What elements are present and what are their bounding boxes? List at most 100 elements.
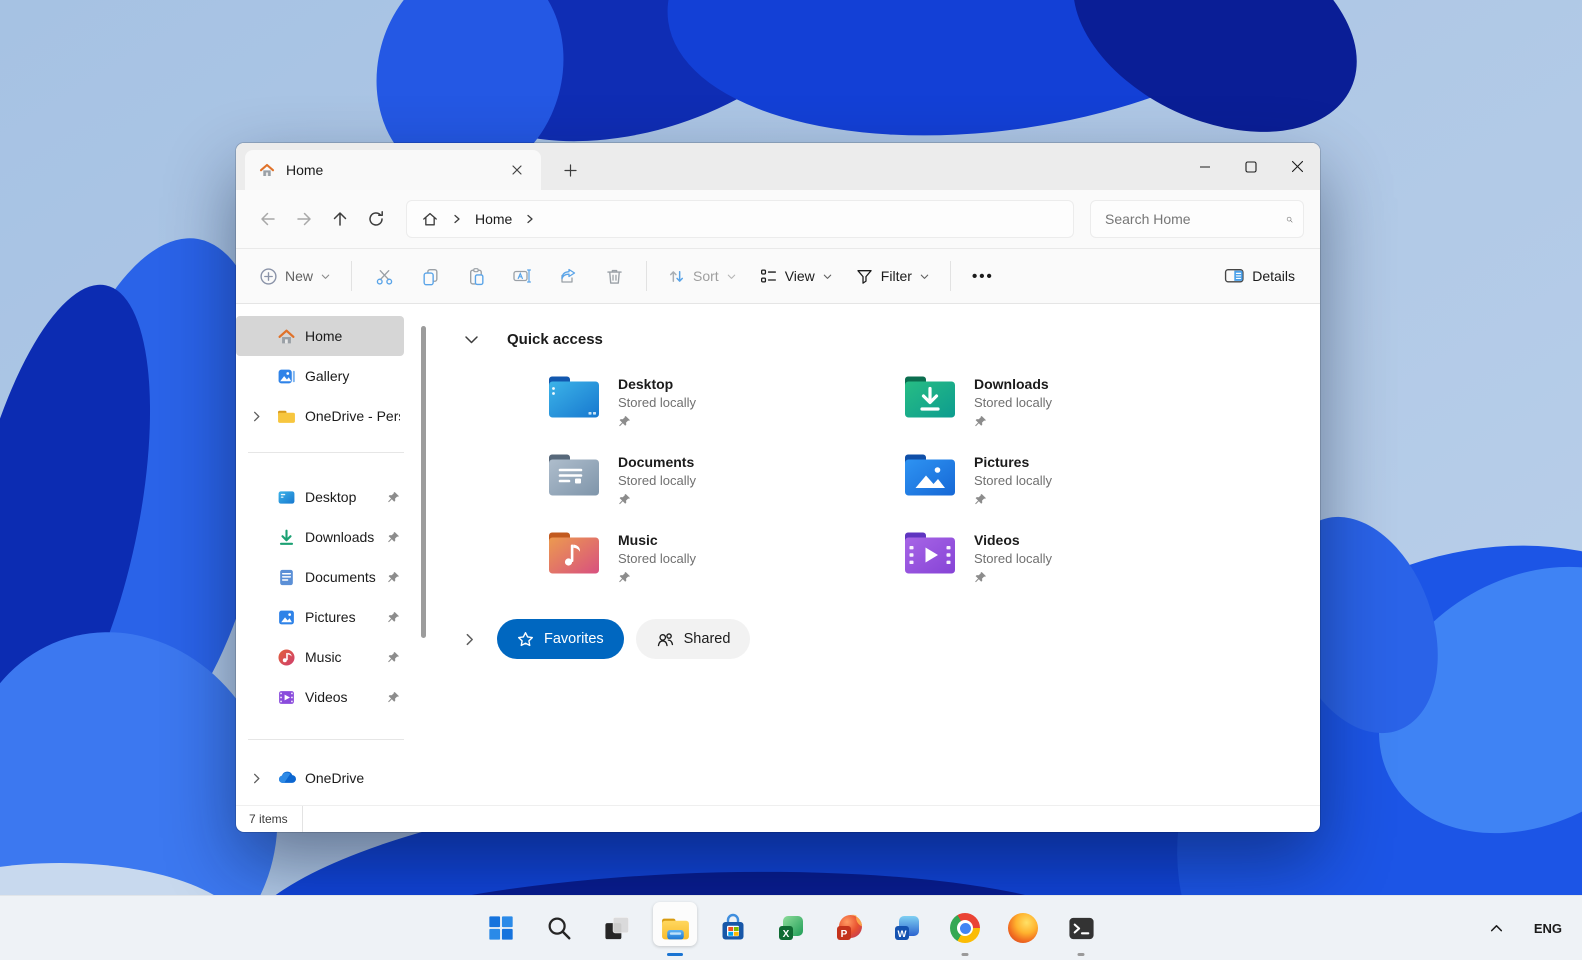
tile-name: Pictures [974,454,1030,470]
rename-button[interactable] [499,258,545,294]
microsoft-store-button[interactable] [711,897,755,959]
file-explorer-taskbar-button[interactable] [653,897,697,959]
close-button[interactable] [1274,143,1320,190]
task-view-button[interactable] [595,897,639,959]
breadcrumb-home[interactable]: Home [475,211,512,227]
search-icon[interactable] [1286,211,1293,228]
share-icon [561,268,576,283]
favorites-label: Favorites [544,631,604,647]
delete-button[interactable] [591,258,637,294]
tile-documents[interactable]: Documents Stored locally [548,453,904,511]
shared-tab[interactable]: Shared [635,619,751,659]
tab-close-icon[interactable] [503,156,531,184]
tile-videos[interactable]: Videos Stored locally [904,531,1260,589]
sidebar-item-home[interactable]: Home [236,316,404,356]
close-icon [1291,160,1303,173]
maximize-button[interactable] [1228,143,1274,190]
minimize-button[interactable] [1182,143,1228,190]
quick-access-header[interactable]: Quick access [462,330,1320,349]
home-tab-icon [259,163,275,176]
cut-button[interactable] [361,258,407,294]
filter-icon [857,269,872,284]
start-button[interactable] [479,897,523,959]
pin-icon [387,611,400,624]
navigation-bar: Home [236,190,1320,248]
desktop-icon [277,487,297,507]
task-view-icon [604,916,629,939]
sidebar-item-label: Pictures [305,609,356,625]
sidebar-item-music[interactable]: Music [236,637,404,677]
filter-button[interactable]: Filter [844,258,941,294]
pictures-icon [277,607,297,627]
firefox-button[interactable] [1001,897,1045,959]
active-app-indicator [667,953,683,956]
new-button[interactable]: New [248,258,342,294]
tile-downloads[interactable]: Downloads Stored locally [904,375,1260,433]
chevron-down-icon[interactable] [462,330,481,349]
tab-home[interactable]: Home [245,150,541,190]
favorites-tab[interactable]: Favorites [497,619,624,659]
music-icon [277,647,297,667]
word-button[interactable]: W [885,897,929,959]
sidebar-item-label: Documents [305,569,376,585]
tile-desktop[interactable]: Desktop Stored locally [548,375,904,433]
search-box[interactable] [1090,200,1304,238]
sidebar-item-onedrive-personal[interactable]: OneDrive - Personal [236,396,404,436]
tile-name: Videos [974,532,1020,548]
sidebar-item-label: Gallery [305,368,350,384]
videos-icon [277,687,297,707]
new-tab-button[interactable] [556,156,584,184]
sidebar-item-videos[interactable]: Videos [236,677,404,717]
copy-icon [422,268,438,285]
sidebar-item-gallery[interactable]: Gallery [236,356,404,396]
up-button[interactable] [322,201,358,237]
tile-pictures[interactable]: Pictures Stored locally [904,453,1260,511]
view-button[interactable]: View [748,258,844,294]
powerpoint-button[interactable]: P [827,897,871,959]
breadcrumb-home-icon[interactable] [421,210,439,228]
sidebar-item-label: OneDrive [305,770,365,786]
paste-button[interactable] [453,258,499,294]
window-controls [1182,143,1320,190]
sidebar-item-onedrive[interactable]: OneDrive [236,758,404,798]
file-explorer-icon [661,918,689,939]
sidebar-item-label: Music [305,649,342,665]
back-button[interactable] [250,201,286,237]
search-input[interactable] [1105,211,1286,227]
copy-button[interactable] [407,258,453,294]
chevron-right-icon[interactable] [248,410,264,423]
toolbar-divider [646,261,648,291]
videos-folder-icon [905,532,955,574]
tile-subtitle: Stored locally [974,551,1053,566]
chrome-button[interactable] [943,897,987,959]
forward-button[interactable] [286,201,322,237]
taskbar-search-button[interactable] [537,897,581,959]
chevron-up-icon[interactable] [1489,921,1504,936]
address-bar[interactable]: Home [406,200,1074,238]
sort-button[interactable]: Sort [656,258,748,294]
details-button[interactable]: Details [1213,258,1306,294]
chevron-right-icon[interactable] [462,632,478,647]
sidebar-item-documents[interactable]: Documents [236,557,404,597]
terminal-button[interactable] [1059,897,1103,959]
sidebar-item-downloads[interactable]: Downloads [236,517,404,557]
pin-icon [387,691,400,704]
tile-music[interactable]: Music Stored locally [548,531,904,589]
tile-subtitle: Stored locally [974,473,1053,488]
refresh-button[interactable] [358,201,394,237]
language-indicator[interactable]: ENG [1534,921,1562,936]
sort-icon [669,270,684,282]
sidebar-scrollbar[interactable] [421,326,426,638]
sidebar-item-desktop[interactable]: Desktop [236,477,404,517]
pin-icon [974,571,1052,589]
gallery-icon [277,366,297,386]
powerpoint-icon: P [837,914,862,940]
excel-badge-letter: X [783,929,790,940]
sidebar-item-pictures[interactable]: Pictures [236,597,404,637]
excel-button[interactable]: X [769,897,813,959]
status-divider [301,806,303,832]
chevron-right-icon[interactable] [248,772,264,785]
more-options-button[interactable]: ••• [960,258,1006,294]
share-button[interactable] [545,258,591,294]
details-pane-icon [1225,269,1244,283]
